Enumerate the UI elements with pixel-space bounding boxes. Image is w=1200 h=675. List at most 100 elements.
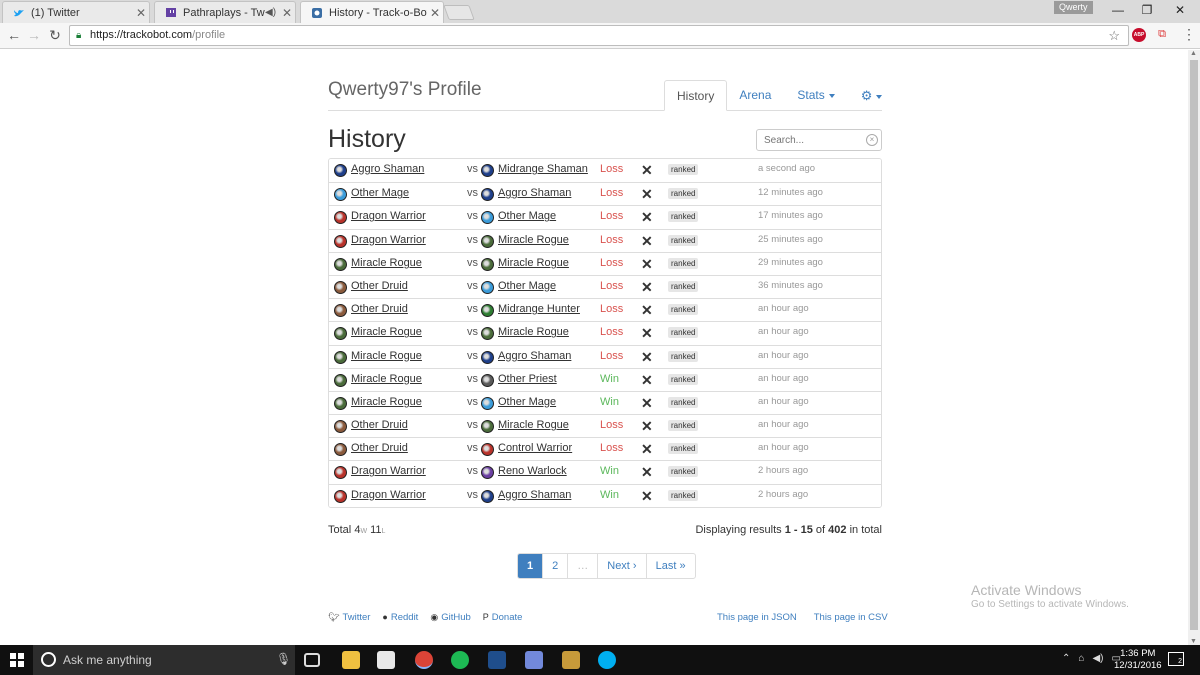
delete-x-icon[interactable]: ✕ xyxy=(641,257,653,271)
opponent-deck-link[interactable]: Aggro Shaman xyxy=(498,350,571,362)
page-2-button[interactable]: 2 xyxy=(542,554,567,578)
tab-history[interactable]: History xyxy=(664,80,728,111)
search-input[interactable] xyxy=(756,129,882,151)
my-deck-link[interactable]: Miracle Rogue xyxy=(351,350,422,362)
my-deck-link[interactable]: Other Druid xyxy=(351,419,408,431)
microphone-icon[interactable]: 🎙︎ xyxy=(276,652,291,666)
my-deck-link[interactable]: Dragon Warrior xyxy=(351,234,426,246)
delete-x-icon[interactable]: ✕ xyxy=(641,163,653,177)
extension-icon[interactable]: ⧉ xyxy=(1155,28,1169,42)
page-scrollbar[interactable]: ▲ ▼ xyxy=(1188,50,1200,645)
settings-dropdown[interactable]: ⚙ xyxy=(847,80,895,111)
network-icon[interactable]: ⌂ xyxy=(1078,653,1084,664)
delete-x-icon[interactable]: ✕ xyxy=(641,442,653,456)
tab-trackobot[interactable]: History - Track-o-Bot ✕ xyxy=(300,1,444,23)
audio-icon[interactable]: ◀) xyxy=(265,7,279,18)
tab-twitch[interactable]: Pathraplays - Twitch ◀) ✕ xyxy=(154,1,296,23)
task-view-icon[interactable] xyxy=(304,653,320,667)
scroll-down-icon[interactable]: ▼ xyxy=(1190,638,1197,645)
opponent-deck-link[interactable]: Miracle Rogue xyxy=(498,257,569,269)
chrome-icon[interactable] xyxy=(415,651,433,669)
my-deck-link[interactable]: Aggro Shaman xyxy=(351,163,424,175)
volume-icon[interactable]: ◀) xyxy=(1092,653,1103,664)
back-button[interactable]: ← xyxy=(5,27,23,43)
hearthstone-icon[interactable] xyxy=(562,651,580,669)
my-deck-link[interactable]: Dragon Warrior xyxy=(351,489,426,501)
new-tab-button[interactable] xyxy=(443,5,475,20)
opponent-deck-link[interactable]: Miracle Rogue xyxy=(498,326,569,338)
adblock-plus-icon[interactable]: ABP xyxy=(1132,28,1146,42)
my-deck-link[interactable]: Other Druid xyxy=(351,442,408,454)
windows-start-icon[interactable] xyxy=(10,653,24,667)
delete-x-icon[interactable]: ✕ xyxy=(641,373,653,387)
close-window-button[interactable]: ✕ xyxy=(1170,3,1190,17)
my-deck-link[interactable]: Miracle Rogue xyxy=(351,326,422,338)
profile-badge[interactable]: Qwerty xyxy=(1054,1,1093,14)
delete-x-icon[interactable]: ✕ xyxy=(641,210,653,224)
opponent-deck-link[interactable]: Miracle Rogue xyxy=(498,234,569,246)
github-link[interactable]: ◉ GitHub xyxy=(430,612,470,623)
address-bar[interactable]: 🔒︎ https://trackobot.com/profile ☆ xyxy=(69,25,1129,46)
file-explorer-icon[interactable] xyxy=(342,651,360,669)
reddit-link[interactable]: ● Reddit xyxy=(382,612,418,623)
store-icon[interactable] xyxy=(377,651,395,669)
forward-button[interactable]: → xyxy=(25,27,43,43)
opponent-deck-link[interactable]: Control Warrior xyxy=(498,442,572,454)
my-deck-link[interactable]: Dragon Warrior xyxy=(351,210,426,222)
reload-button[interactable]: ↻ xyxy=(46,27,64,44)
page-1-button[interactable]: 1 xyxy=(518,554,543,578)
delete-x-icon[interactable]: ✕ xyxy=(641,187,653,201)
taskbar-clock[interactable]: 1:36 PM 12/31/2016 xyxy=(1114,648,1162,672)
twitter-link[interactable]: 🐦︎ Twitter xyxy=(328,612,370,623)
my-deck-link[interactable]: Miracle Rogue xyxy=(351,396,422,408)
close-icon[interactable]: ✕ xyxy=(427,6,443,20)
delete-x-icon[interactable]: ✕ xyxy=(641,489,653,503)
delete-x-icon[interactable]: ✕ xyxy=(641,280,653,294)
opponent-deck-link[interactable]: Other Priest xyxy=(498,373,557,385)
tab-twitter[interactable]: (1) Twitter ✕ xyxy=(2,1,150,23)
my-deck-link[interactable]: Miracle Rogue xyxy=(351,257,422,269)
my-deck-link[interactable]: Other Druid xyxy=(351,303,408,315)
bookmark-star-icon[interactable]: ☆ xyxy=(1108,26,1120,45)
tab-stats[interactable]: Stats xyxy=(783,80,846,111)
csv-export-link[interactable]: This page in CSV xyxy=(814,612,888,623)
tab-arena[interactable]: Arena xyxy=(727,80,783,111)
delete-x-icon[interactable]: ✕ xyxy=(641,465,653,479)
browser-menu-icon[interactable]: ⋮ xyxy=(1182,26,1196,43)
scroll-up-icon[interactable]: ▲ xyxy=(1190,50,1197,57)
my-deck-link[interactable]: Dragon Warrior xyxy=(351,465,426,477)
last-page-button[interactable]: Last » xyxy=(645,554,695,578)
delete-x-icon[interactable]: ✕ xyxy=(641,234,653,248)
close-icon[interactable]: ✕ xyxy=(279,6,295,20)
my-deck-link[interactable]: Miracle Rogue xyxy=(351,373,422,385)
restore-button[interactable]: ❐ xyxy=(1137,3,1157,17)
discord-icon[interactable] xyxy=(525,651,543,669)
clear-search-icon[interactable]: × xyxy=(866,134,878,146)
opponent-deck-link[interactable]: Miracle Rogue xyxy=(498,419,569,431)
action-center-icon[interactable]: 2 xyxy=(1168,652,1184,666)
opponent-deck-link[interactable]: Reno Warlock xyxy=(498,465,567,477)
tray-expand-icon[interactable]: ⌃ xyxy=(1062,653,1070,664)
opponent-deck-link[interactable]: Other Mage xyxy=(498,280,556,292)
delete-x-icon[interactable]: ✕ xyxy=(641,419,653,433)
hearthstone-deck-tracker-icon[interactable] xyxy=(488,651,506,669)
spotify-icon[interactable] xyxy=(451,651,469,669)
next-page-button[interactable]: Next › xyxy=(597,554,645,578)
my-deck-link[interactable]: Other Druid xyxy=(351,280,408,292)
json-export-link[interactable]: This page in JSON xyxy=(717,612,797,623)
opponent-deck-link[interactable]: Other Mage xyxy=(498,396,556,408)
opponent-deck-link[interactable]: Aggro Shaman xyxy=(498,489,571,501)
opponent-deck-link[interactable]: Midrange Shaman xyxy=(498,163,588,175)
scrollbar-thumb[interactable] xyxy=(1190,60,1198,630)
donate-link[interactable]: P Donate xyxy=(483,612,523,623)
opponent-deck-link[interactable]: Other Mage xyxy=(498,210,556,222)
delete-x-icon[interactable]: ✕ xyxy=(641,326,653,340)
close-icon[interactable]: ✕ xyxy=(133,6,149,20)
delete-x-icon[interactable]: ✕ xyxy=(641,303,653,317)
opponent-deck-link[interactable]: Aggro Shaman xyxy=(498,187,571,199)
opponent-deck-link[interactable]: Midrange Hunter xyxy=(498,303,580,315)
my-deck-link[interactable]: Other Mage xyxy=(351,187,409,199)
skype-icon[interactable] xyxy=(598,651,616,669)
delete-x-icon[interactable]: ✕ xyxy=(641,350,653,364)
minimize-button[interactable]: — xyxy=(1108,3,1128,17)
